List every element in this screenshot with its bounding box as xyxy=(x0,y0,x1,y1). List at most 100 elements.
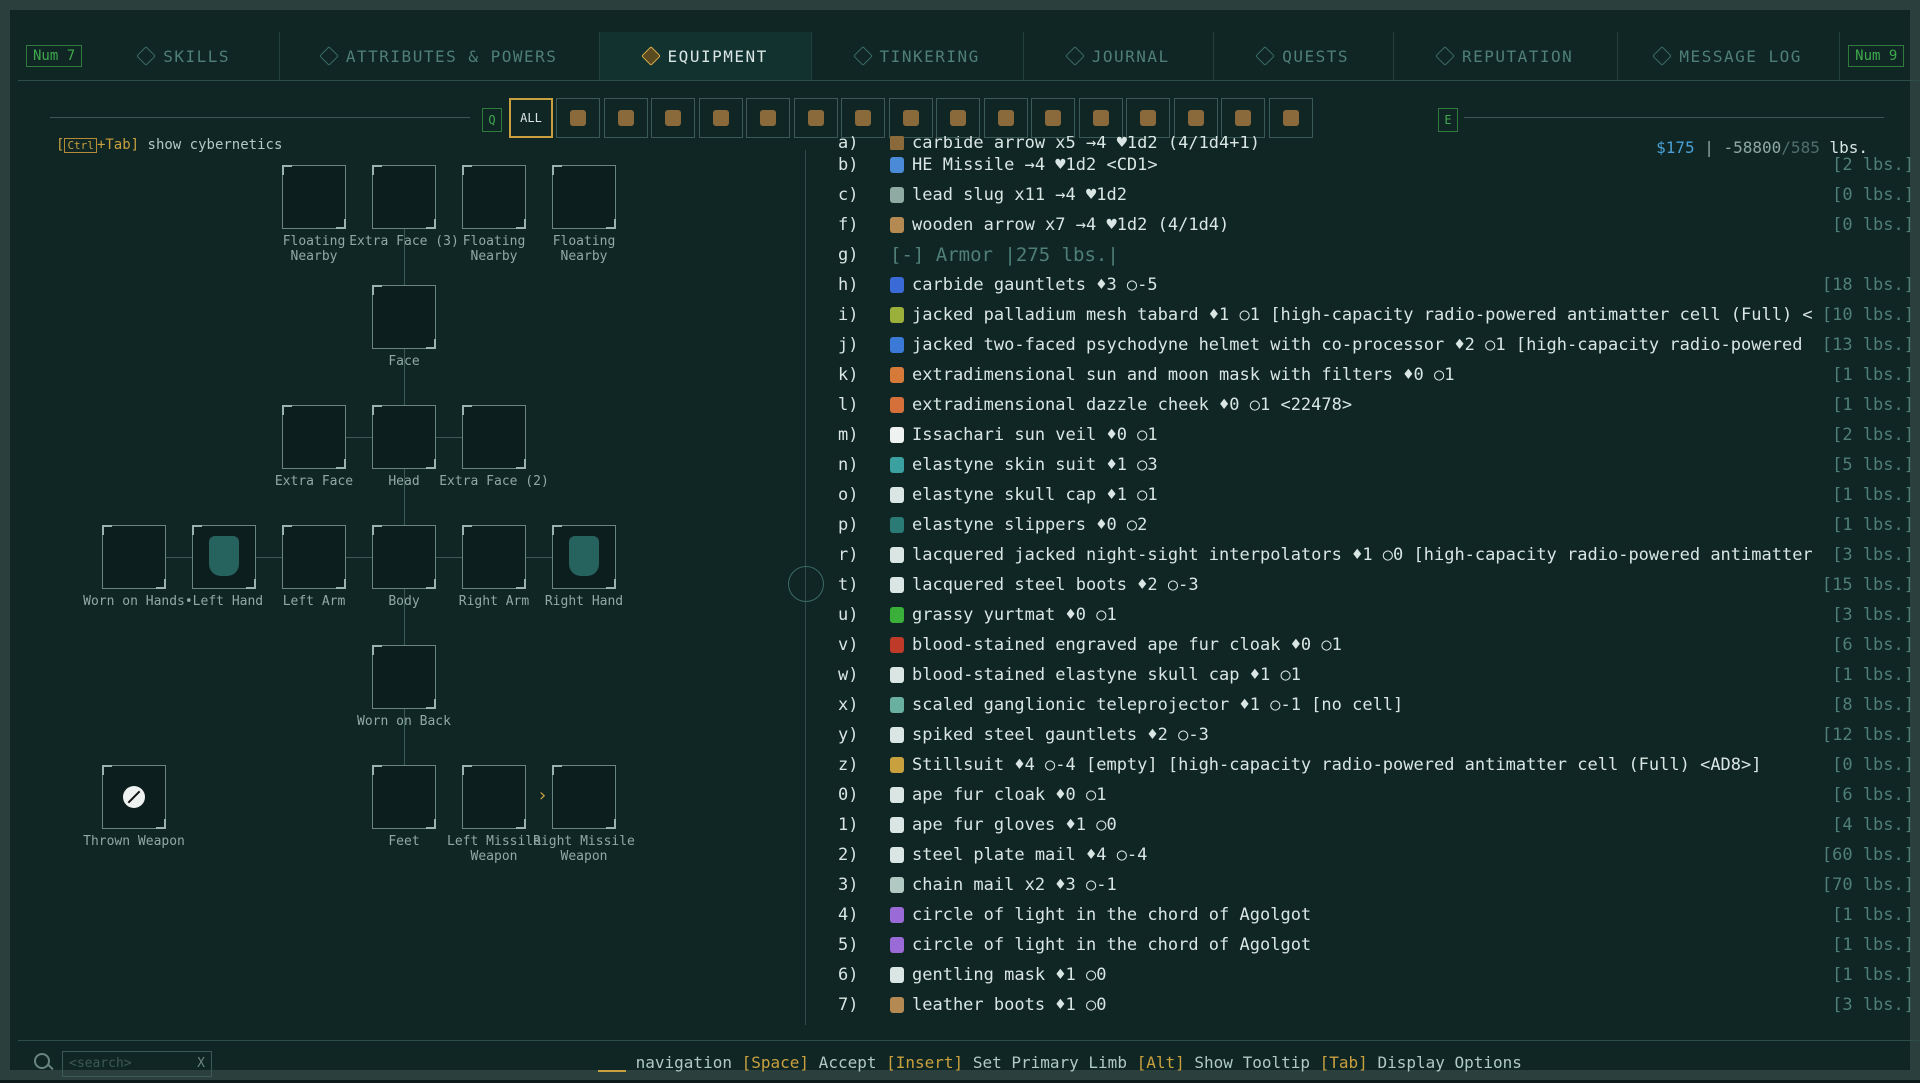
inventory-item[interactable]: u) grassy yurtmat ♦0 ○1 [3 lbs.] xyxy=(838,600,1914,630)
slot-extraface3[interactable] xyxy=(372,165,436,229)
inventory-item[interactable]: k) extradimensional sun and moon mask wit… xyxy=(838,360,1914,390)
inventory-item[interactable]: v) blood-stained engraved ape fur cloak ♦… xyxy=(838,630,1914,660)
inventory-item[interactable]: 2) steel plate mail ♦4 ○-4 [60 lbs.] xyxy=(838,840,1914,870)
inventory-item[interactable]: w) blood-stained elastyne skull cap ♦1 ○1… xyxy=(838,660,1914,690)
tab-quests[interactable]: QUESTS xyxy=(1214,32,1395,80)
slot-extraface[interactable] xyxy=(282,405,346,469)
trinket-filter-button[interactable] xyxy=(1078,98,1123,138)
inventory-item[interactable]: n) elastyne skin suit ♦1 ○3 [5 lbs.] xyxy=(838,450,1914,480)
slot-floating2[interactable] xyxy=(462,165,526,229)
tonic-filter-button[interactable] xyxy=(1268,98,1313,138)
item-name: extradimensional sun and moon mask with … xyxy=(912,365,1455,385)
arm-filter-button[interactable] xyxy=(936,98,980,138)
inventory-item[interactable]: z) Stillsuit ♦4 ○-4 [empty] [high-capacit… xyxy=(838,750,1914,780)
misc-filter-icon xyxy=(1045,110,1061,126)
inventory-item[interactable]: c) lead slug x11 →4 ♥1d2 [0 lbs.] xyxy=(838,180,1914,210)
prev-tab-key[interactable]: Num 7 xyxy=(26,45,83,67)
ammo-filter-button[interactable] xyxy=(746,98,790,138)
tab-tinkering[interactable]: TINKERING xyxy=(812,32,1025,80)
slot-rightarm[interactable] xyxy=(462,525,526,589)
inventory-item[interactable]: l) extradimensional dazzle cheek ♦0 ○1 <2… xyxy=(838,390,1914,420)
slot-rightmissile[interactable] xyxy=(552,765,616,829)
item-icon xyxy=(890,967,904,983)
slot-thrown[interactable] xyxy=(102,765,166,829)
light-filter-button[interactable] xyxy=(1126,98,1170,138)
inventory-item[interactable]: j) jacked two-faced psychodyne helmet wit… xyxy=(838,330,1914,360)
tab-reputation[interactable]: REPUTATION xyxy=(1394,32,1619,80)
inventory-item[interactable]: o) elastyne skull cap ♦1 ○1 [1 lbs.] xyxy=(838,480,1914,510)
search-input[interactable]: <search> X xyxy=(62,1051,212,1077)
category-header[interactable]: g) [-] Armor |275 lbs.| xyxy=(838,240,1914,270)
inventory-item[interactable]: a) carbide arrow x5 →4 ♥1d2 (4/1d4+1) xyxy=(838,136,1914,150)
slot-floating1[interactable] xyxy=(282,165,346,229)
inventory-item[interactable]: h) carbide gauntlets ♦3 ○-5 [18 lbs.] xyxy=(838,270,1914,300)
inventory-item[interactable]: m) Issachari sun veil ♦0 ○1 [2 lbs.] xyxy=(838,420,1914,450)
slot-feet[interactable] xyxy=(372,765,436,829)
chevron-right-icon: › xyxy=(537,785,548,806)
inventory-item[interactable]: 6) gentling mask ♦1 ○0 [1 lbs.] xyxy=(838,960,1914,990)
inventory-item[interactable]: 5) circle of light in the chord of Agolgo… xyxy=(838,930,1914,960)
next-tab-key[interactable]: Num 9 xyxy=(1848,45,1905,67)
cybernetic-filter-button[interactable] xyxy=(1221,98,1265,138)
filter-all-button[interactable]: ALL xyxy=(509,98,553,138)
slot-leftmissile[interactable] xyxy=(462,765,526,829)
slot-leftarm[interactable] xyxy=(282,525,346,589)
next-filter-key[interactable]: E xyxy=(1438,108,1458,132)
inventory-item[interactable]: x) scaled ganglionic teleprojector ♦1 ○-1… xyxy=(838,690,1914,720)
inventory-item[interactable]: t) lacquered steel boots ♦2 ○-3 [15 lbs.] xyxy=(838,570,1914,600)
cybernetics-toggle[interactable]: [Ctrl +Tab] show cybernetics xyxy=(56,137,282,153)
inventory-item[interactable]: 3) chain mail x2 ♦3 ○-1 [70 lbs.] xyxy=(838,870,1914,900)
body-filter-button[interactable] xyxy=(603,98,648,138)
inventory-item[interactable]: f) wooden arrow x7 →4 ♥1d2 (4/1d4) [0 lbs.… xyxy=(838,210,1914,240)
inventory-item[interactable]: 4) circle of light in the chord of Agolgo… xyxy=(838,900,1914,930)
item-weight: [1 lbs.] xyxy=(1832,905,1914,925)
slot-floating3[interactable] xyxy=(552,165,616,229)
inventory-item[interactable]: 0) ape fur cloak ♦0 ○1 [6 lbs.] xyxy=(838,780,1914,810)
item-weight: [1 lbs.] xyxy=(1832,665,1914,685)
slot-lefthand[interactable] xyxy=(192,525,256,589)
armor-filter-button[interactable] xyxy=(888,98,933,138)
slot-head[interactable] xyxy=(372,405,436,469)
item-icon xyxy=(890,847,904,863)
food-filter-button[interactable] xyxy=(983,98,1028,138)
item-hotkey: 7) xyxy=(838,995,859,1015)
inventory-item[interactable]: y) spiked steel gauntlets ♦2 ○-3 [12 lbs.] xyxy=(838,720,1914,750)
inventory-item[interactable]: r) lacquered jacked night-sight interpola… xyxy=(838,540,1914,570)
slot-label: Extra Face (2) xyxy=(439,474,549,489)
tool-filter-button[interactable] xyxy=(793,98,838,138)
inventory-item[interactable]: 7) leather boots ♦1 ○0 [3 lbs.] xyxy=(838,990,1914,1020)
tab-equipment[interactable]: EQUIPMENT xyxy=(600,32,813,80)
item-name: elastyne skin suit ♦1 ○3 xyxy=(912,455,1158,475)
slot-body[interactable] xyxy=(372,525,436,589)
inventory-item[interactable]: i) jacked palladium mesh tabard ♦1 ○1 [hi… xyxy=(838,300,1914,330)
slot-righthand[interactable] xyxy=(552,525,616,589)
tab-attributes[interactable]: ATTRIBUTES & POWERS xyxy=(280,32,601,80)
item-name: blood-stained elastyne skull cap ♦1 ○1 xyxy=(912,665,1301,685)
inventory-item[interactable]: b) HE Missile →4 ♥1d2 <CD1> [2 lbs.] xyxy=(838,150,1914,180)
slot-wornback[interactable] xyxy=(372,645,436,709)
tab-message-log[interactable]: MESSAGE LOG xyxy=(1618,32,1841,80)
misc-filter-button[interactable] xyxy=(1031,98,1075,138)
hand-filter-button[interactable] xyxy=(651,98,695,138)
inventory-item[interactable]: 1) ape fur gloves ♦1 ○0 [4 lbs.] xyxy=(838,810,1914,840)
slot-wornhands[interactable] xyxy=(102,525,166,589)
item-hotkey: j) xyxy=(838,335,859,355)
slot-extraface2[interactable] xyxy=(462,405,526,469)
tab-journal[interactable]: JOURNAL xyxy=(1024,32,1215,80)
item-icon xyxy=(890,727,904,743)
slot-face[interactable] xyxy=(372,285,436,349)
hand-icon xyxy=(209,536,239,576)
artifact-filter-button[interactable] xyxy=(1173,98,1218,138)
melee-filter-button[interactable] xyxy=(841,98,885,138)
ammo-filter-icon xyxy=(760,110,776,126)
item-hotkey: c) xyxy=(838,185,859,205)
item-name: jacked two-faced psychodyne helmet with … xyxy=(912,335,1812,355)
head-filter-button[interactable] xyxy=(556,98,600,138)
item-icon xyxy=(890,517,904,533)
tab-skills[interactable]: SKILLS xyxy=(90,32,281,80)
inventory-item[interactable]: p) elastyne slippers ♦0 ○2 [1 lbs.] xyxy=(838,510,1914,540)
item-weight: [6 lbs.] xyxy=(1832,785,1914,805)
clear-search-button[interactable]: X xyxy=(197,1052,205,1076)
prev-filter-key[interactable]: Q xyxy=(482,108,502,132)
missile-filter-button[interactable] xyxy=(698,98,743,138)
